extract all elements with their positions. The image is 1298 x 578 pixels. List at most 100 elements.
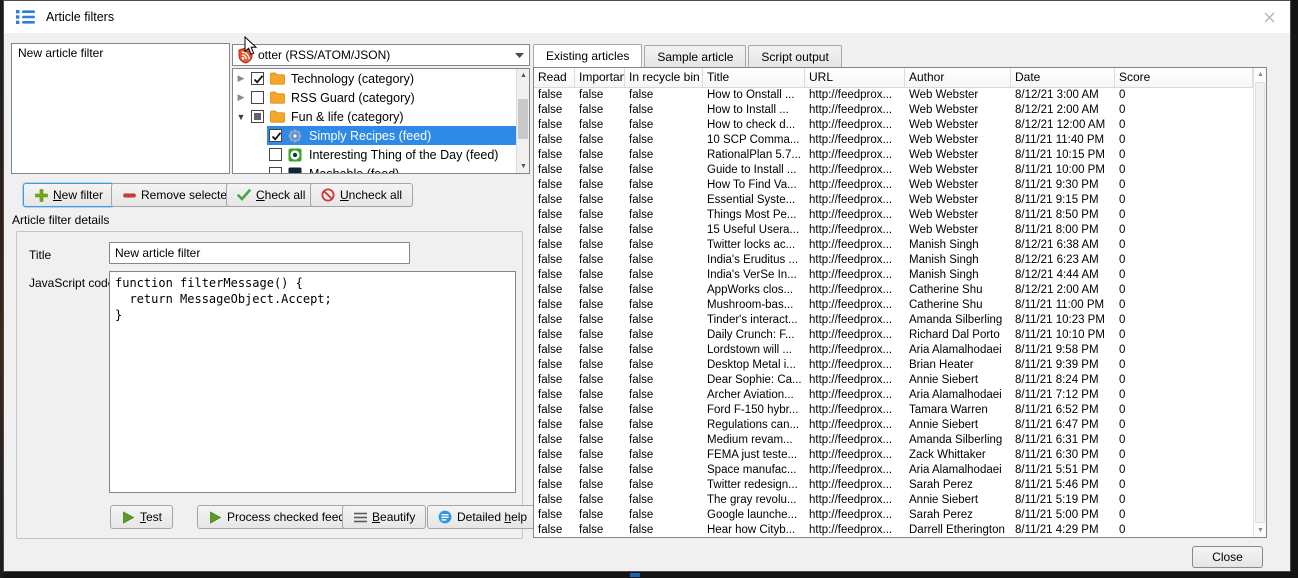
table-row[interactable]: falsefalsefalseHow to check d...http://f… <box>534 118 1253 133</box>
table-row[interactable]: falsefalsefalseDesktop Metal i...http://… <box>534 358 1253 373</box>
table-row[interactable]: falsefalsefalseTwitter redesign...http:/… <box>534 478 1253 493</box>
expander-right-icon[interactable]: ▶ <box>233 92 249 103</box>
table-row[interactable]: falsefalsefalseFord F-150 hybr...http://… <box>534 403 1253 418</box>
checkbox-unchecked[interactable] <box>269 148 282 161</box>
table-row[interactable]: falsefalsefalseRegulations can...http://… <box>534 418 1253 433</box>
table-row[interactable]: falsefalsefalseTinder's interact...http:… <box>534 313 1253 328</box>
beautify-button[interactable]: Beautify <box>342 505 426 529</box>
scrollbar-thumb[interactable] <box>1255 82 1265 523</box>
tree-item-simply-recipes-feed-[interactable]: Simply Recipes (feed) <box>233 126 516 145</box>
scroll-down-icon[interactable]: ▼ <box>517 160 530 173</box>
table-row[interactable]: falsefalsefalseSpace manufac...http://fe… <box>534 463 1253 478</box>
table-row[interactable]: falsefalsefalseAppWorks clos...http://fe… <box>534 283 1253 298</box>
close-icon[interactable] <box>1260 8 1278 26</box>
table-row[interactable]: falsefalsefalseMedium revam...http://fee… <box>534 433 1253 448</box>
tab-script-output[interactable]: Script output <box>748 45 841 67</box>
table-row[interactable]: falsefalsefalseArcher Aviation...http://… <box>534 388 1253 403</box>
table-row[interactable]: falsefalsefalseThe gray revolu...http://… <box>534 493 1253 508</box>
detailed-help-button[interactable]: Detailed help <box>427 505 538 529</box>
table-row[interactable]: falsefalsefalseHow to Install ...http://… <box>534 103 1253 118</box>
table-row[interactable]: falsefalsefalseLordstown will ...http://… <box>534 343 1253 358</box>
table-row[interactable]: falsefalsefalseEssential Syste...http://… <box>534 193 1253 208</box>
column-header-author[interactable]: Author <box>905 68 1011 87</box>
column-header-in-recycle-bin[interactable]: In recycle bin <box>625 68 703 87</box>
check-all-button[interactable]: Check all <box>226 183 316 207</box>
javascript-code-editor[interactable]: function filterMessage() { return Messag… <box>109 271 516 493</box>
column-header-url[interactable]: URL <box>805 68 905 87</box>
table-row[interactable]: falsefalsefalseHow To Find Va...http://f… <box>534 178 1253 193</box>
expander-right-icon[interactable]: ▶ <box>233 73 249 84</box>
table-row[interactable]: falsefalsefalseGoogle launche...http://f… <box>534 508 1253 523</box>
table-row[interactable]: falsefalsefalse15 Useful Usera...http://… <box>534 223 1253 238</box>
column-header-date[interactable]: Date <box>1011 68 1115 87</box>
table-scrollbar[interactable]: ▲ ▼ <box>1253 68 1266 537</box>
cell-read: false <box>534 253 575 268</box>
cell-score: 0 <box>1115 283 1253 298</box>
cell-title: India's VerSe In... <box>703 268 805 283</box>
table-row[interactable]: falsefalsefalse10 SCP Comma...http://fee… <box>534 133 1253 148</box>
column-header-score[interactable]: Score <box>1115 68 1253 87</box>
table-row[interactable]: falsefalsefalseRationalPlan 5.7...http:/… <box>534 148 1253 163</box>
scrollbar-thumb[interactable] <box>518 99 528 139</box>
column-header-read[interactable]: Read <box>534 68 575 87</box>
filters-list[interactable]: New article filter <box>11 43 230 174</box>
scroll-up-icon[interactable]: ▲ <box>1254 68 1267 81</box>
cell-date: 8/11/21 5:19 PM <box>1011 493 1115 508</box>
table-row[interactable]: falsefalsefalseTwitter locks ac...http:/… <box>534 238 1253 253</box>
table-row[interactable]: falsefalsefalseDear Sophie: Ca...http://… <box>534 373 1253 388</box>
cell-read: false <box>534 463 575 478</box>
table-row[interactable]: falsefalsefalseIndia's VerSe In...http:/… <box>534 268 1253 283</box>
table-row[interactable]: falsefalsefalseHow to Onstall ...http://… <box>534 88 1253 103</box>
uncheck-all-button[interactable]: Uncheck all <box>310 183 413 207</box>
remove-selected-button[interactable]: Remove selected <box>111 183 245 207</box>
checkbox-partial[interactable] <box>251 110 264 123</box>
cell-title: How To Find Va... <box>703 178 805 193</box>
process-checked-feeds-button[interactable]: Process checked feeds <box>197 505 362 529</box>
checkbox-unchecked[interactable] <box>269 167 282 173</box>
column-header-title[interactable]: Title <box>703 68 805 87</box>
feeds-tree-scrollbar[interactable]: ▲ ▼ <box>516 69 529 173</box>
tab-existing-articles[interactable]: Existing articles <box>533 44 642 67</box>
tree-item-mashable-feed-[interactable]: mMashable (feed) <box>233 164 516 173</box>
scroll-up-icon[interactable]: ▲ <box>517 69 530 82</box>
table-row[interactable]: falsefalsefalseHear how Cityb...http://f… <box>534 523 1253 537</box>
scroll-down-icon[interactable]: ▼ <box>1254 524 1267 537</box>
table-row[interactable]: falsefalsefalseMushroom-bas...http://fee… <box>534 298 1253 313</box>
table-row[interactable]: falsefalsefalseIndia's Eruditus ...http:… <box>534 253 1253 268</box>
tree-item-body[interactable]: mMashable (feed) <box>267 164 516 173</box>
new-filter-button[interactable]: New filter <box>23 183 114 207</box>
tree-item-body[interactable]: Fun & life (category) <box>249 107 516 126</box>
cell-important: false <box>575 253 625 268</box>
tree-item-rss-guard-category-[interactable]: ▶RSS Guard (category) <box>233 88 516 107</box>
checkbox-checked[interactable] <box>251 72 264 85</box>
tree-item-technology-category-[interactable]: ▶Technology (category) <box>233 69 516 88</box>
tree-item-body[interactable]: RSS Guard (category) <box>249 88 516 107</box>
tree-item-body[interactable]: Simply Recipes (feed) <box>267 126 516 145</box>
table-row[interactable]: falsefalsefalseGuide to Install ...http:… <box>534 163 1253 178</box>
tree-item-body[interactable]: Technology (category) <box>249 69 516 88</box>
title-input[interactable] <box>109 242 410 264</box>
column-header-important[interactable]: Important <box>575 68 625 87</box>
cell-in-recycle-bin: false <box>625 88 703 103</box>
cell-read: false <box>534 298 575 313</box>
cell-in-recycle-bin: false <box>625 418 703 433</box>
checkbox-unchecked[interactable] <box>251 91 264 104</box>
cell-author: Web Webster <box>905 103 1011 118</box>
tree-item-fun-life-category-[interactable]: ▼Fun & life (category) <box>233 107 516 126</box>
close-button[interactable]: Close <box>1192 546 1263 568</box>
table-row[interactable]: falsefalsefalseThings Most Pe...http://f… <box>534 208 1253 223</box>
cell-score: 0 <box>1115 343 1253 358</box>
cell-important: false <box>575 268 625 283</box>
tree-item-interesting-thing-of-the-day-feed-[interactable]: Interesting Thing of the Day (feed) <box>233 145 516 164</box>
table-row[interactable]: falsefalsefalseDaily Crunch: F...http://… <box>534 328 1253 343</box>
account-selector[interactable]: otter (RSS/ATOM/JSON) <box>232 44 530 66</box>
cell-important: false <box>575 163 625 178</box>
tab-sample-article[interactable]: Sample article <box>644 45 746 67</box>
tree-item-body[interactable]: Interesting Thing of the Day (feed) <box>267 145 516 164</box>
cell-author: Web Webster <box>905 208 1011 223</box>
checkbox-checked[interactable] <box>269 129 282 142</box>
table-row[interactable]: falsefalsefalseFEMA just teste...http://… <box>534 448 1253 463</box>
expander-down-icon[interactable]: ▼ <box>233 112 249 122</box>
test-button[interactable]: Test <box>110 505 173 529</box>
filter-list-item[interactable]: New article filter <box>12 44 229 62</box>
